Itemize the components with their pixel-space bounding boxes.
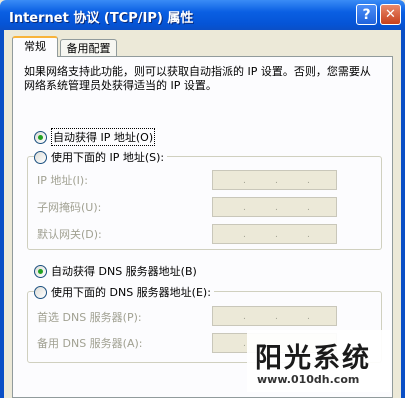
radio-unchecked-icon bbox=[34, 285, 47, 299]
default-gateway-label: 默认网关(D): bbox=[37, 228, 102, 241]
title-bar[interactable]: Internet 协议 (TCP/IP) 属性 ? ✕ bbox=[0, 0, 405, 30]
watermark: 阳光系统 www.010dh.com bbox=[247, 330, 390, 392]
ip-address-label: IP 地址(I): bbox=[37, 174, 88, 187]
window-title: Internet 协议 (TCP/IP) 属性 bbox=[9, 11, 194, 26]
subnet-mask-label: 子网掩码(U): bbox=[37, 201, 102, 214]
preferred-dns-label: 首选 DNS 服务器(P): bbox=[37, 311, 142, 324]
manual-dns-label: 使用下面的 DNS 服务器地址(E): bbox=[51, 286, 211, 299]
auto-ip-label: 自动获得 IP 地址(O) bbox=[51, 128, 156, 146]
window-frame-right bbox=[401, 30, 405, 398]
preferred-dns-field: . . . bbox=[212, 306, 337, 326]
ip-address-field: . . . bbox=[212, 170, 337, 190]
window-frame-left bbox=[0, 30, 4, 398]
description-text: 如果网络支持此功能，则可以获取自动指派的 IP 设置。否则，您需要从网络系统管理… bbox=[24, 65, 371, 92]
help-button[interactable]: ? bbox=[356, 4, 377, 25]
default-gateway-field: . . . bbox=[212, 224, 337, 244]
auto-ip-radio[interactable]: 自动获得 IP 地址(O) bbox=[34, 128, 159, 146]
radio-checked-icon bbox=[34, 264, 47, 278]
manual-dns-radio[interactable]: 使用下面的 DNS 服务器地址(E): bbox=[34, 284, 214, 300]
alternate-dns-label: 备用 DNS 服务器(A): bbox=[37, 337, 143, 350]
close-icon: ✕ bbox=[385, 7, 396, 22]
auto-dns-radio[interactable]: 自动获得 DNS 服务器地址(B) bbox=[34, 263, 200, 279]
watermark-url: www.010dh.com bbox=[257, 373, 360, 386]
subnet-mask-field: . . . bbox=[212, 197, 337, 217]
auto-dns-label: 自动获得 DNS 服务器地址(B) bbox=[51, 265, 197, 278]
radio-unchecked-icon bbox=[34, 150, 47, 164]
tab-general[interactable]: 常规 bbox=[12, 36, 58, 57]
help-icon: ? bbox=[362, 6, 371, 23]
radio-checked-icon bbox=[34, 130, 47, 144]
watermark-text: 阳光系统 bbox=[255, 343, 371, 374]
manual-ip-radio[interactable]: 使用下面的 IP 地址(S): bbox=[34, 149, 168, 165]
close-button[interactable]: ✕ bbox=[380, 4, 401, 25]
manual-ip-label: 使用下面的 IP 地址(S): bbox=[51, 151, 165, 164]
